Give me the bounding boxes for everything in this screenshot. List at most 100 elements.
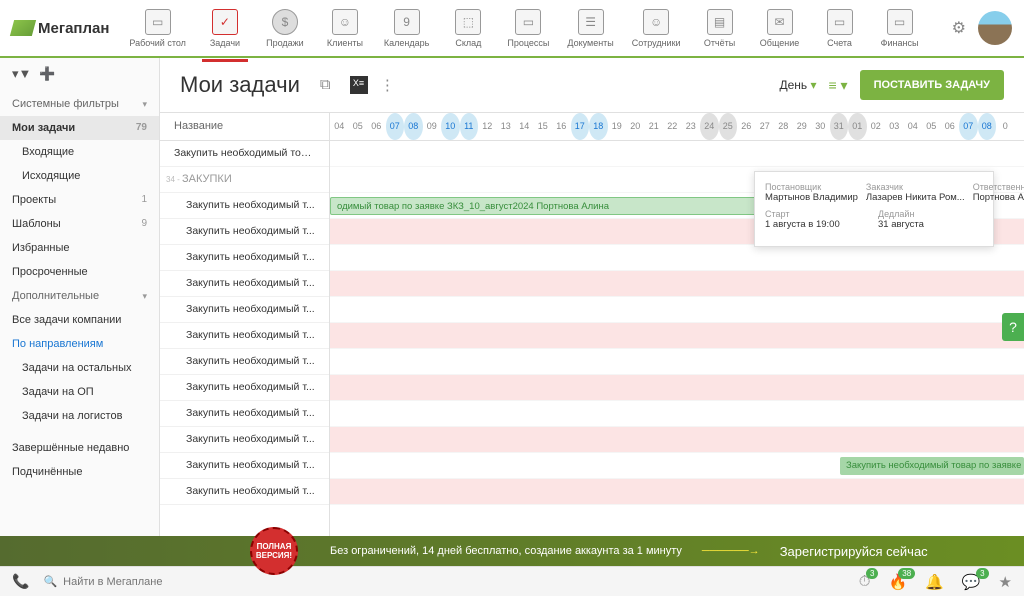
nav-Сотрудники[interactable]: ☺Сотрудники xyxy=(624,5,689,52)
sidebar-item[interactable]: Задачи на остальных xyxy=(0,356,159,380)
view-lines-icon[interactable]: ≡ ▾ xyxy=(829,77,848,94)
promo-cta[interactable]: Зарегистрируйся сейчас xyxy=(780,544,928,559)
sidebar-item[interactable]: Задачи на логистов xyxy=(0,404,159,428)
date-cell[interactable]: 19 xyxy=(608,113,627,140)
sidebar-item[interactable]: Задачи на ОП xyxy=(0,380,159,404)
sidebar-item[interactable]: Избранные xyxy=(0,236,159,260)
date-cell[interactable]: 06 xyxy=(941,113,960,140)
sidebar-item[interactable]: Подчинённые xyxy=(0,460,159,484)
nav-Документы[interactable]: ☰Документы xyxy=(559,5,621,52)
sidebar-item[interactable]: Просроченные xyxy=(0,260,159,284)
task-row[interactable]: Закупить необходимый т... xyxy=(160,453,329,479)
date-cell[interactable]: 24 xyxy=(700,113,719,140)
nav-Задачи[interactable]: ✓Задачи xyxy=(196,5,254,52)
date-cell[interactable]: 05 xyxy=(922,113,941,140)
bell-icon[interactable]: 🔔 xyxy=(925,573,944,591)
gantt-row[interactable] xyxy=(330,479,1024,505)
date-cell[interactable]: 16 xyxy=(552,113,571,140)
sidebar-item[interactable]: Входящие xyxy=(0,140,159,164)
more-menu-icon[interactable]: ⋮ xyxy=(380,76,398,94)
date-cell[interactable]: 04 xyxy=(904,113,923,140)
date-cell[interactable]: 21 xyxy=(645,113,664,140)
sidebar-item[interactable]: Мои задачи79 xyxy=(0,116,159,140)
task-row[interactable]: Закупить необходимый т... xyxy=(160,323,329,349)
gantt-row[interactable] xyxy=(330,245,1024,271)
date-cell[interactable]: 0 xyxy=(996,113,1015,140)
date-cell[interactable]: 15 xyxy=(534,113,553,140)
nav-Рабочий стол[interactable]: ▭Рабочий стол xyxy=(121,5,194,52)
date-cell[interactable]: 20 xyxy=(626,113,645,140)
task-row[interactable]: Закупить необходимый т... xyxy=(160,375,329,401)
task-row[interactable]: Закупить необходимый т... xyxy=(160,219,329,245)
date-cell[interactable]: 07 xyxy=(386,113,405,140)
user-avatar[interactable] xyxy=(978,11,1012,45)
task-row[interactable]: Закупить необходимый т... xyxy=(160,245,329,271)
date-cell[interactable]: 02 xyxy=(867,113,886,140)
sidebar-item[interactable]: Проекты1 xyxy=(0,188,159,212)
timer-icon[interactable]: ⏱3 xyxy=(859,573,871,590)
help-tab[interactable]: ? xyxy=(1002,313,1024,341)
sidebar-item[interactable]: Исходящие xyxy=(0,164,159,188)
task-row[interactable]: Закупить необходимый т... xyxy=(160,401,329,427)
task-row[interactable]: Закупить необходимый т... xyxy=(160,479,329,505)
date-cell[interactable]: 08 xyxy=(978,113,997,140)
fire-icon[interactable]: 🔥38 xyxy=(888,573,907,591)
task-row[interactable]: Закупить необходимый т... xyxy=(160,193,329,219)
date-cell[interactable]: 06 xyxy=(367,113,386,140)
nav-Клиенты[interactable]: ☺Клиенты xyxy=(316,5,374,52)
sidebar-item[interactable]: По направлениям xyxy=(0,332,159,356)
gantt-row[interactable] xyxy=(330,323,1024,349)
date-cell[interactable]: 11 xyxy=(460,113,479,140)
date-cell[interactable]: 01 xyxy=(848,113,867,140)
date-cell[interactable]: 07 xyxy=(959,113,978,140)
date-cell[interactable]: 17 xyxy=(571,113,590,140)
filter-icon[interactable]: ▾▼ xyxy=(12,66,31,82)
date-cell[interactable]: 05 xyxy=(349,113,368,140)
nav-Отчёты[interactable]: ▤Отчёты xyxy=(691,5,749,52)
date-cell[interactable]: 30 xyxy=(811,113,830,140)
sidebar-section-system[interactable]: Системные фильтры ▾ xyxy=(0,92,159,116)
date-cell[interactable]: 13 xyxy=(497,113,516,140)
nav-Календарь[interactable]: 9Календарь xyxy=(376,5,437,52)
date-cell[interactable]: 10 xyxy=(441,113,460,140)
sidebar-item[interactable]: Завершённые недавно xyxy=(0,436,159,460)
gantt-row[interactable] xyxy=(330,297,1024,323)
date-cell[interactable]: 08 xyxy=(404,113,423,140)
add-filter-icon[interactable]: ➕ xyxy=(39,66,55,82)
view-day-selector[interactable]: День ▾ xyxy=(779,78,816,92)
date-cell[interactable]: 23 xyxy=(682,113,701,140)
copy-icon[interactable]: ⧉ xyxy=(320,76,338,94)
date-cell[interactable]: 31 xyxy=(830,113,849,140)
global-search[interactable]: 🔍 xyxy=(43,575,623,588)
sidebar-section-additional[interactable]: Дополнительные ▾ xyxy=(0,284,159,308)
date-cell[interactable]: 14 xyxy=(515,113,534,140)
gantt-row[interactable] xyxy=(330,375,1024,401)
date-cell[interactable]: 09 xyxy=(423,113,442,140)
date-cell[interactable]: 29 xyxy=(793,113,812,140)
gantt-row[interactable] xyxy=(330,271,1024,297)
nav-Продажи[interactable]: $Продажи xyxy=(256,5,314,52)
gantt-bar[interactable]: Закупить необходимый товар по заявке З xyxy=(840,457,1024,475)
gantt-timeline[interactable]: сентябрь 0405060708091011121314151617181… xyxy=(330,113,1024,536)
chat-icon[interactable]: 💬3 xyxy=(962,573,981,591)
nav-Общение[interactable]: ✉Общение xyxy=(751,5,809,52)
nav-Склад[interactable]: ⬚Склад xyxy=(439,5,497,52)
gantt-row[interactable] xyxy=(330,349,1024,375)
nav-Финансы[interactable]: ▭Финансы xyxy=(871,5,929,52)
date-cell[interactable]: 28 xyxy=(774,113,793,140)
gantt-row[interactable] xyxy=(330,401,1024,427)
date-cell[interactable]: 12 xyxy=(478,113,497,140)
star-icon[interactable]: ★ xyxy=(999,573,1012,591)
task-row[interactable]: Закупить необходимый товар... xyxy=(160,141,329,167)
gantt-row[interactable]: Закупить необходимый товар по заявке З xyxy=(330,453,1024,479)
export-excel-icon[interactable]: X≡ xyxy=(350,76,368,94)
date-cell[interactable]: 03 xyxy=(885,113,904,140)
settings-gear-icon[interactable]: ⚙ xyxy=(952,18,966,38)
date-cell[interactable]: 26 xyxy=(737,113,756,140)
create-task-button[interactable]: ПОСТАВИТЬ ЗАДАЧУ xyxy=(860,70,1004,100)
logo[interactable]: Мегаплан xyxy=(12,20,109,37)
sidebar-item[interactable]: Все задачи компании xyxy=(0,308,159,332)
date-cell[interactable]: 04 xyxy=(330,113,349,140)
nav-Процессы[interactable]: ▭Процессы xyxy=(499,5,557,52)
phone-icon[interactable]: 📞 xyxy=(12,573,29,590)
